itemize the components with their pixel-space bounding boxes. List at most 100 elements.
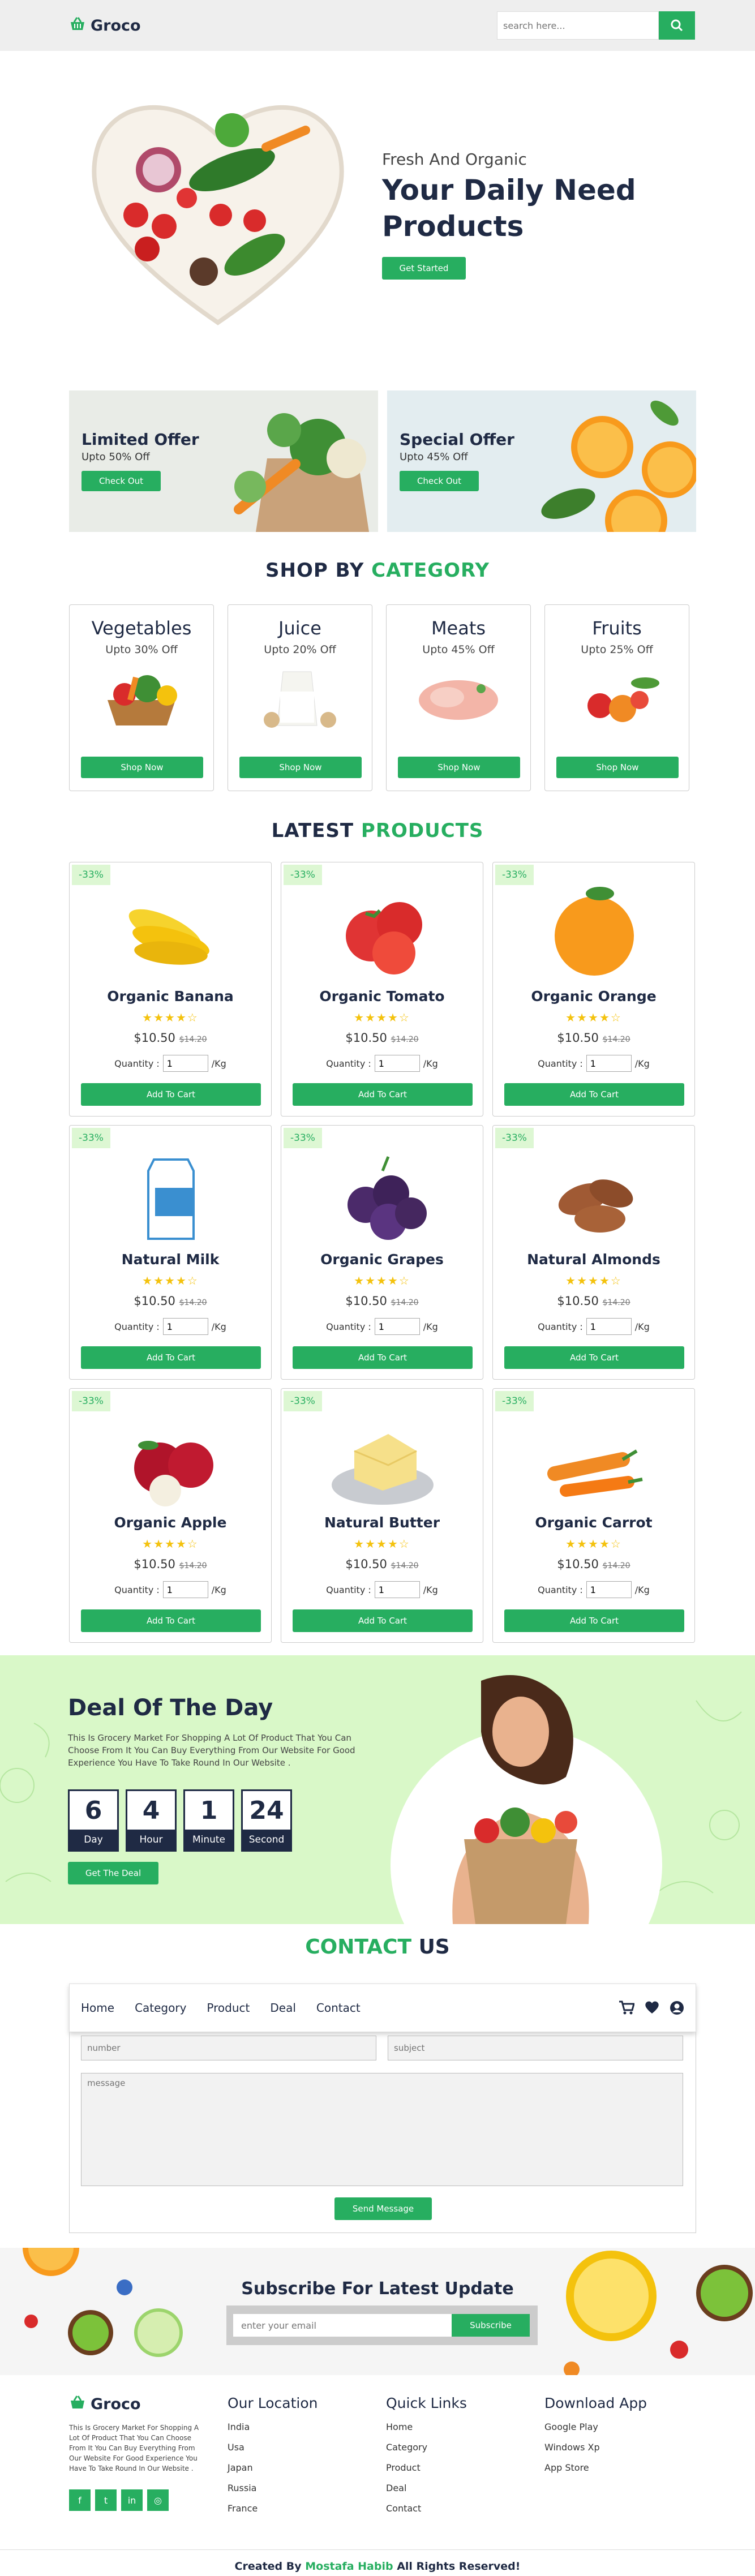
shop-now-button[interactable]: Shop Now	[556, 757, 679, 778]
meat-image	[419, 680, 498, 720]
category-name: Fruits	[592, 617, 642, 639]
add-to-cart-button[interactable]: Add To Cart	[293, 1346, 473, 1369]
footer-logo[interactable]: Groco	[69, 2395, 205, 2414]
discount-badge: -33%	[72, 1391, 110, 1411]
discount-badge: -33%	[284, 1128, 322, 1148]
category-offer: Upto 25% Off	[581, 643, 653, 656]
check-out-button[interactable]: Check Out	[400, 471, 479, 491]
quantity-row: Quantity :/Kg	[70, 1055, 271, 1072]
category-heading: SHOP BY CATEGORY	[265, 559, 490, 582]
quantity-input[interactable]	[162, 1581, 208, 1598]
category-name: Vegetables	[91, 617, 192, 639]
facebook-icon[interactable]: f	[69, 2489, 91, 2511]
cart-icon[interactable]	[619, 2000, 634, 2015]
nav-product[interactable]: Product	[207, 2001, 250, 2015]
category-card-fruits: Fruits Upto 25% Off Shop Now	[544, 604, 689, 791]
app-link[interactable]: Google Play	[544, 2422, 647, 2432]
email-field[interactable]	[233, 2314, 452, 2337]
products-heading: LATEST PRODUCTS	[271, 819, 484, 842]
get-deal-button[interactable]: Get The Deal	[68, 1862, 158, 1884]
quantity-row: Quantity :/Kg	[281, 1581, 483, 1598]
logo[interactable]: Groco	[69, 16, 141, 35]
discount-badge: -33%	[72, 865, 110, 885]
product-image	[547, 1449, 643, 1497]
add-to-cart-button[interactable]: Add To Cart	[81, 1609, 261, 1632]
category-offer: Upto 45% Off	[422, 643, 495, 656]
add-to-cart-button[interactable]: Add To Cart	[293, 1609, 473, 1632]
user-icon[interactable]	[670, 2000, 684, 2015]
nav-home[interactable]: Home	[81, 2001, 114, 2015]
search-button[interactable]	[659, 11, 695, 40]
deal-section: Deal Of The Day This Is Grocery Market F…	[0, 1655, 755, 1924]
countdown-day: 6 Day	[68, 1789, 119, 1852]
location-title: Our Location	[228, 2395, 318, 2411]
shop-now-button[interactable]: Shop Now	[398, 757, 520, 778]
footer-link-home[interactable]: Home	[386, 2422, 467, 2432]
quantity-input[interactable]	[586, 1581, 632, 1598]
product-image	[134, 1441, 213, 1506]
instagram-icon[interactable]: ◎	[147, 2489, 169, 2511]
contact-heading: CONTACT US	[305, 1935, 450, 1959]
heart-icon[interactable]	[645, 2000, 659, 2014]
product-card: -33% Organic Apple ★★★★☆ $10.50 $14.20 Q…	[69, 1388, 272, 1643]
footer-link-contact[interactable]: Contact	[386, 2503, 467, 2514]
product-name: Natural Milk	[121, 1251, 220, 1268]
shop-now-button[interactable]: Shop Now	[81, 757, 203, 778]
app-link[interactable]: Windows Xp	[544, 2442, 647, 2453]
quantity-input[interactable]	[162, 1055, 208, 1072]
app-link[interactable]: App Store	[544, 2462, 647, 2473]
add-to-cart-button[interactable]: Add To Cart	[81, 1083, 261, 1106]
number-field[interactable]	[81, 2036, 376, 2060]
add-to-cart-button[interactable]: Add To Cart	[81, 1346, 261, 1369]
product-image	[348, 1156, 427, 1240]
quantity-row: Quantity :/Kg	[70, 1581, 271, 1598]
rating-stars: ★★★★☆	[142, 1274, 199, 1287]
offer-subtitle: Upto 50% Off	[81, 451, 150, 463]
footer-about: This Is Grocery Market For Shopping A Lo…	[69, 2424, 199, 2472]
quantity-input[interactable]	[586, 1318, 632, 1335]
product-card: -33% Natural Almonds ★★★★☆ $10.50 $14.20…	[492, 1125, 695, 1380]
check-out-button[interactable]: Check Out	[81, 471, 161, 491]
offer-subtitle: Upto 45% Off	[400, 451, 468, 463]
woman-with-groceries-image	[452, 1675, 589, 1924]
author-link[interactable]: Mostafa Habib	[305, 2560, 393, 2573]
nav-category[interactable]: Category	[135, 2001, 186, 2015]
product-image	[558, 1179, 633, 1233]
quantity-input[interactable]	[586, 1055, 632, 1072]
nav-deal[interactable]: Deal	[270, 2001, 296, 2015]
add-to-cart-button[interactable]: Add To Cart	[504, 1083, 684, 1106]
footer-link-product[interactable]: Product	[386, 2462, 467, 2473]
add-to-cart-button[interactable]: Add To Cart	[504, 1609, 684, 1632]
subject-field[interactable]	[388, 2036, 683, 2060]
search-input[interactable]	[497, 11, 659, 40]
shop-now-button[interactable]: Shop Now	[239, 757, 362, 778]
quantity-input[interactable]	[374, 1055, 420, 1072]
add-to-cart-button[interactable]: Add To Cart	[504, 1346, 684, 1369]
nav-contact[interactable]: Contact	[316, 2001, 361, 2015]
add-to-cart-button[interactable]: Add To Cart	[293, 1083, 473, 1106]
get-started-button[interactable]: Get Started	[382, 257, 466, 280]
linkedin-icon[interactable]: in	[121, 2489, 143, 2511]
footer-link-category[interactable]: Category	[386, 2442, 467, 2453]
quantity-row: Quantity :/Kg	[281, 1055, 483, 1072]
footer-link-deal[interactable]: Deal	[386, 2483, 467, 2493]
grocery-bag-image	[234, 413, 369, 532]
subscribe-button[interactable]: Subscribe	[452, 2314, 530, 2337]
location-item: India	[228, 2422, 250, 2432]
rating-stars: ★★★★☆	[565, 1011, 622, 1024]
quantity-input[interactable]	[374, 1581, 420, 1598]
quick-links-title: Quick Links	[386, 2395, 467, 2411]
basket-icon	[69, 2395, 86, 2414]
rating-stars: ★★★★☆	[354, 1011, 410, 1024]
product-card: -33% Natural Butter ★★★★☆ $10.50 $14.20 …	[281, 1388, 483, 1643]
site-header: Groco	[0, 0, 755, 51]
message-field[interactable]	[81, 2073, 683, 2186]
discount-badge: -33%	[284, 1391, 322, 1411]
send-message-button[interactable]: Send Message	[334, 2197, 432, 2220]
quantity-input[interactable]	[374, 1318, 420, 1335]
location-item: Russia	[228, 2483, 257, 2493]
quantity-input[interactable]	[162, 1318, 208, 1335]
twitter-icon[interactable]: t	[95, 2489, 117, 2511]
rating-stars: ★★★★☆	[565, 1537, 622, 1551]
product-image	[555, 887, 634, 976]
